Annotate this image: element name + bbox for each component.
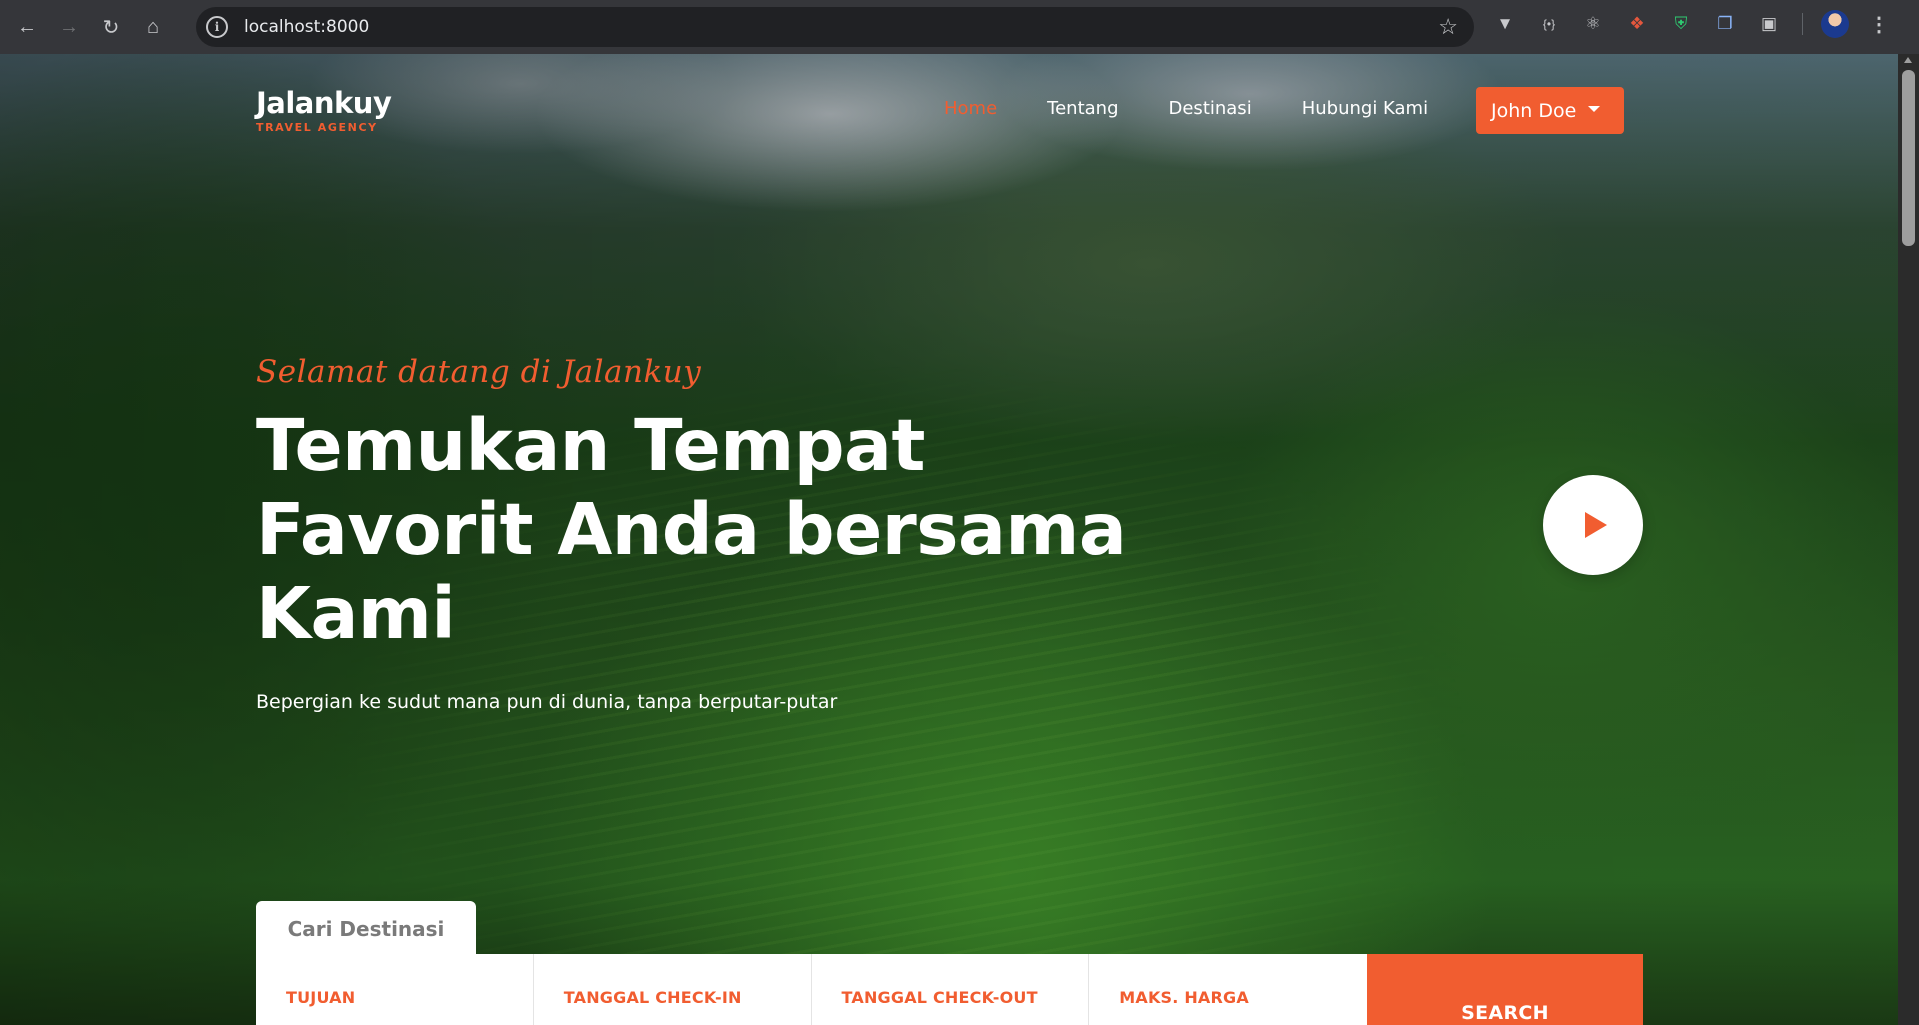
url-text[interactable]: localhost:8000 — [244, 17, 369, 37]
page-scrollbar[interactable] — [1898, 54, 1919, 1025]
react-icon[interactable]: ⚛ — [1578, 9, 1608, 39]
nav-hubungi-kami[interactable]: Hubungi Kami — [1302, 98, 1428, 119]
checkout-label: TANGGAL CHECK-OUT — [841, 988, 1038, 1007]
brand-name[interactable]: Jalankuy — [256, 86, 392, 120]
site-info-icon[interactable]: i — [206, 16, 228, 38]
main-nav: Home Tentang Destinasi Hubungi Kami — [944, 98, 1478, 119]
max-price-label: MAKS. HARGA — [1119, 988, 1249, 1007]
profile-avatar[interactable] — [1821, 10, 1849, 38]
bookmark-star-icon[interactable]: ☆ — [1438, 14, 1458, 40]
checkout-field[interactable]: TANGGAL CHECK-OUT — [812, 954, 1090, 1025]
browser-menu-icon[interactable]: ⋮ — [1869, 12, 1889, 37]
toolbar-divider — [1802, 13, 1803, 35]
checkin-label: TANGGAL CHECK-IN — [563, 988, 742, 1007]
search-button[interactable]: SEARCH — [1367, 954, 1643, 1025]
site-brand[interactable]: Jalankuy TRAVEL AGENCY — [256, 86, 392, 134]
vimium-icon[interactable]: ▼ — [1490, 9, 1520, 39]
checkin-field[interactable]: TANGGAL CHECK-IN — [534, 954, 812, 1025]
search-form: TUJUAN TANGGAL CHECK-IN TANGGAL CHECK-OU… — [256, 954, 1367, 1025]
brand-tagline: TRAVEL AGENCY — [256, 121, 378, 134]
home-icon[interactable]: ⌂ — [136, 10, 170, 44]
hero-subtitle: Bepergian ke sudut mana pun di dunia, ta… — [256, 691, 838, 713]
play-video-button[interactable] — [1543, 475, 1643, 575]
max-price-field[interactable]: MAKS. HARGA — [1089, 954, 1367, 1025]
nav-home[interactable]: Home — [944, 98, 997, 119]
address-bar[interactable]: i localhost:8000 ☆ — [196, 7, 1474, 47]
puzzle-icon[interactable]: ▣ — [1754, 9, 1784, 39]
welcome-text: Selamat datang di Jalankuy — [256, 354, 702, 390]
destination-label: TUJUAN — [286, 988, 356, 1007]
browser-toolbar: ← → ↻ ⌂ i localhost:8000 ☆ ▼ {•} ⚛ ❖ ⛨ ❐… — [0, 0, 1919, 54]
scroll-up-icon[interactable] — [1904, 57, 1912, 63]
color-picker-icon[interactable]: ❖ — [1622, 9, 1652, 39]
scroll-thumb[interactable] — [1902, 70, 1915, 246]
json-icon[interactable]: {•} — [1534, 9, 1564, 39]
reload-icon[interactable]: ↻ — [94, 10, 128, 44]
play-icon — [1585, 512, 1607, 538]
hero-background: Jalankuy TRAVEL AGENCY Home Tentang Dest… — [0, 54, 1898, 1025]
clipboard-icon[interactable]: ❐ — [1710, 9, 1740, 39]
extensions-bar: ▼ {•} ⚛ ❖ ⛨ ❐ ▣ ⋮ — [1490, 9, 1889, 39]
nav-tentang[interactable]: Tentang — [1047, 98, 1118, 119]
hero-title: Temukan Tempat Favorit Anda bersama Kami — [256, 404, 1127, 655]
chevron-down-icon — [1588, 105, 1601, 112]
user-menu-button[interactable]: John Doe — [1476, 87, 1624, 134]
forward-icon[interactable]: → — [52, 10, 86, 44]
shield-icon[interactable]: ⛨ — [1666, 9, 1696, 39]
nav-destinasi[interactable]: Destinasi — [1169, 98, 1252, 119]
back-icon[interactable]: ← — [10, 10, 44, 44]
user-menu-label: John Doe — [1491, 99, 1577, 122]
search-tab[interactable]: Cari Destinasi — [256, 901, 476, 957]
destination-field[interactable]: TUJUAN — [256, 954, 534, 1025]
